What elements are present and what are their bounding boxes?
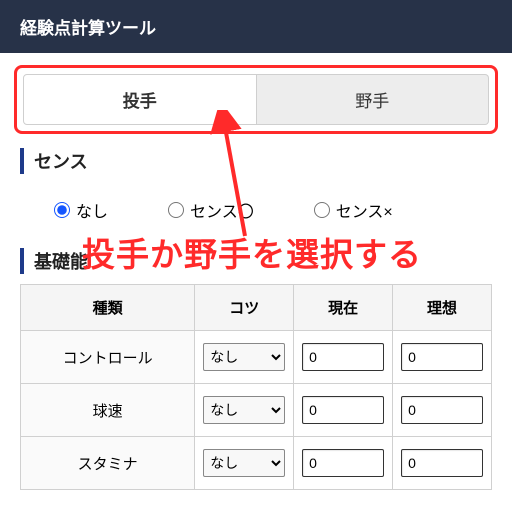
page-header: 経験点計算ツール bbox=[0, 0, 512, 53]
ideal-input[interactable] bbox=[401, 343, 483, 371]
table-row: スタミナ なし bbox=[21, 437, 492, 490]
kotsu-select[interactable]: なし bbox=[203, 343, 285, 371]
sense-option-none[interactable]: なし bbox=[54, 198, 108, 222]
page-title: 経験点計算ツール bbox=[20, 19, 156, 38]
tab-label: 野手 bbox=[355, 92, 389, 111]
row-name: 球速 bbox=[21, 384, 195, 437]
table-header-row: 種類 コツ 現在 理想 bbox=[21, 285, 492, 331]
sense-radio-group: なし センス〇 センス× bbox=[0, 182, 512, 238]
ideal-input[interactable] bbox=[401, 449, 483, 477]
section-stats: 基礎能 bbox=[20, 248, 492, 274]
tab-highlight-box: 投手 野手 bbox=[14, 65, 498, 134]
row-name: コントロール bbox=[21, 331, 195, 384]
now-input[interactable] bbox=[302, 449, 384, 477]
sense-option-cross[interactable]: センス× bbox=[314, 198, 393, 222]
tab-fielder[interactable]: 野手 bbox=[257, 74, 490, 125]
position-tabs: 投手 野手 bbox=[23, 74, 489, 125]
tab-pitcher[interactable]: 投手 bbox=[23, 74, 257, 125]
section-title-stats: 基礎能 bbox=[20, 248, 492, 274]
col-kotsu: コツ bbox=[195, 285, 294, 331]
radio-label: なし bbox=[76, 198, 108, 222]
ideal-input[interactable] bbox=[401, 396, 483, 424]
sense-option-circle[interactable]: センス〇 bbox=[168, 198, 254, 222]
radio-input[interactable] bbox=[168, 202, 184, 218]
table-row: 球速 なし bbox=[21, 384, 492, 437]
kotsu-select[interactable]: なし bbox=[203, 396, 285, 424]
now-input[interactable] bbox=[302, 343, 384, 371]
kotsu-select[interactable]: なし bbox=[203, 449, 285, 477]
table-row: コントロール なし bbox=[21, 331, 492, 384]
row-name: スタミナ bbox=[21, 437, 195, 490]
tab-label: 投手 bbox=[123, 92, 157, 111]
radio-input[interactable] bbox=[314, 202, 330, 218]
radio-input[interactable] bbox=[54, 202, 70, 218]
section-sense: センス bbox=[20, 148, 492, 174]
stats-table: 種類 コツ 現在 理想 コントロール なし 球速 なし スタミナ なし bbox=[20, 284, 492, 490]
col-type: 種類 bbox=[21, 285, 195, 331]
radio-label: センス〇 bbox=[190, 198, 254, 222]
now-input[interactable] bbox=[302, 396, 384, 424]
col-ideal: 理想 bbox=[393, 285, 492, 331]
radio-label: センス× bbox=[336, 198, 393, 222]
col-now: 現在 bbox=[294, 285, 393, 331]
section-title-sense: センス bbox=[20, 148, 492, 174]
